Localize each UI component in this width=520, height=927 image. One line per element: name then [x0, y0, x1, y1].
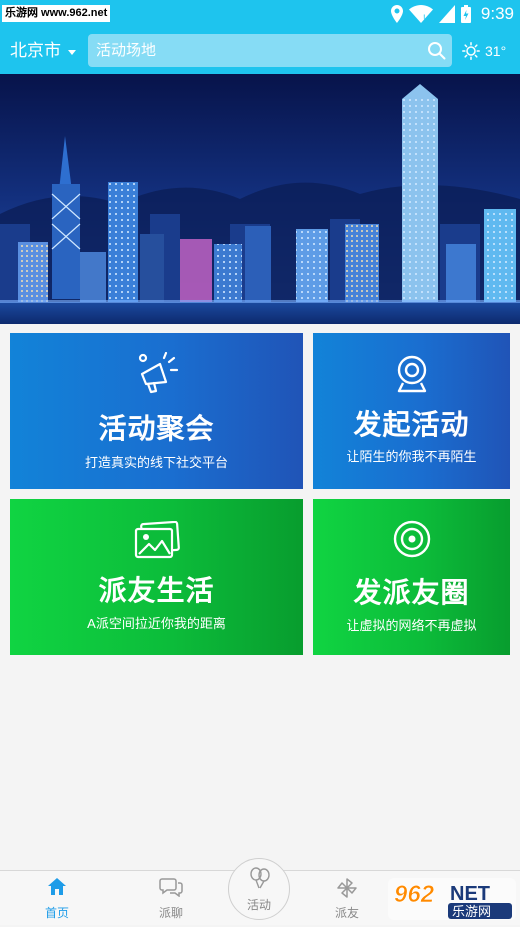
city-selector[interactable]: 北京市: [10, 28, 76, 74]
tab-label: 派聊: [158, 906, 183, 920]
card-subtitle: 让虚拟的网络不再虚拟: [346, 618, 477, 633]
pinwheel-icon: [337, 878, 357, 898]
card-subtitle: 让陌生的你我不再陌生: [346, 449, 477, 464]
city-skyline-image: [0, 74, 520, 324]
card-start-activity[interactable]: 发起活动 让陌生的你我不再陌生: [313, 333, 510, 489]
card-title: 活动聚会: [98, 413, 215, 444]
app-header: 北京市 活动场地 31°: [0, 28, 520, 74]
status-bar: 乐游网 www.962.net ! 9:39: [0, 0, 520, 28]
card-subtitle: 打造真实的线下社交平台: [84, 455, 228, 470]
card-subtitle: A派空间拉近你我的距离: [87, 616, 226, 631]
status-icons: ! 9:39: [390, 0, 514, 28]
balloons-icon: [250, 867, 270, 889]
sun-icon: [462, 42, 480, 60]
home-icon: [48, 878, 66, 895]
webcam-icon: [397, 355, 426, 393]
megaphone-icon: [138, 352, 178, 394]
card-title: 发起活动: [353, 409, 470, 440]
weather-temp: 31°: [485, 43, 507, 59]
signal-icon: [438, 5, 455, 23]
weather-widget[interactable]: 31°: [462, 28, 506, 74]
logo-suffix: NET: [450, 883, 490, 905]
chevron-down-icon: [68, 49, 76, 55]
watermark-badge: 乐游网 www.962.net: [2, 5, 111, 22]
tab-pai-chat[interactable]: 派聊: [131, 871, 211, 926]
card-post-moments[interactable]: 发派友圈 让虚拟的网络不再虚拟: [313, 499, 510, 655]
logo-number: 962: [394, 881, 435, 908]
site-watermark-logo: 962 NET 乐游网: [388, 876, 516, 922]
search-icon[interactable]: [427, 41, 446, 60]
card-activity-gathering[interactable]: 活动聚会 打造真实的线下社交平台: [10, 333, 303, 489]
tab-label: 活动: [246, 898, 271, 912]
status-time: 9:39: [480, 4, 514, 23]
tab-label: 派友: [334, 906, 359, 920]
city-banner[interactable]: [0, 74, 520, 324]
card-title: 发派友圈: [353, 577, 470, 608]
tab-pai-friends[interactable]: 派友: [307, 871, 387, 926]
battery-icon: [460, 5, 471, 23]
search-placeholder: 活动场地: [96, 42, 157, 59]
location-icon: [390, 5, 403, 23]
svg-text:!: !: [423, 13, 426, 23]
city-label: 北京市: [10, 41, 61, 60]
tab-home[interactable]: 首页: [17, 871, 97, 926]
photo-icon: [134, 521, 180, 559]
logo-name: 乐游网: [452, 905, 491, 920]
search-input[interactable]: 活动场地: [88, 34, 452, 67]
tab-activity[interactable]: 活动: [228, 858, 290, 920]
chat-bubble-icon: [159, 878, 183, 897]
tab-label: 首页: [44, 906, 69, 920]
wifi-icon: !: [408, 5, 433, 23]
962-net-logo: 962 NET 乐游网: [388, 878, 516, 920]
card-title: 派友生活: [98, 575, 215, 606]
circle-target-icon: [393, 520, 430, 558]
card-pai-life[interactable]: 派友生活 A派空间拉近你我的距离: [10, 499, 303, 655]
